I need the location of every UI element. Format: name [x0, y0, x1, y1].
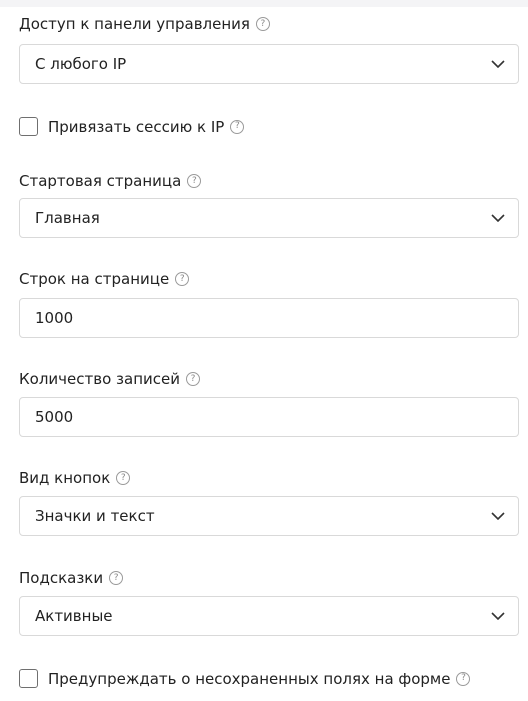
- hints-label-row: Подсказки ?: [19, 569, 124, 587]
- help-icon[interactable]: ?: [175, 272, 190, 286]
- rows-per-page-label: Строк на странице: [19, 270, 170, 288]
- button-style-select[interactable]: Значки и текст: [19, 496, 519, 536]
- hints-select[interactable]: Активные: [19, 596, 519, 636]
- hints-label: Подсказки: [19, 569, 104, 587]
- records-count-input-value: 5000: [35, 408, 74, 426]
- access-select[interactable]: С любого IP: [19, 44, 519, 84]
- chevron-down-icon: [484, 497, 512, 535]
- top-strip: [0, 0, 528, 7]
- start-page-select-value: Главная: [35, 209, 100, 227]
- chevron-down-icon: [484, 597, 512, 635]
- help-icon[interactable]: ?: [187, 174, 202, 188]
- bind-session-label[interactable]: Привязать сессию к IP: [48, 118, 224, 136]
- access-label-row: Доступ к панели управления ?: [19, 15, 270, 33]
- button-style-label-row: Вид кнопок ?: [19, 469, 131, 487]
- warn-unsaved-label[interactable]: Предупреждать о несохраненных полях на ф…: [48, 670, 450, 688]
- bind-session-row: Привязать сессию к IP ?: [19, 117, 245, 136]
- records-count-input[interactable]: 5000: [19, 397, 519, 437]
- start-page-label-row: Стартовая страница ?: [19, 172, 202, 190]
- records-count-label-row: Количество записей ?: [19, 370, 200, 388]
- rows-per-page-input-value: 1000: [35, 309, 74, 327]
- help-icon[interactable]: ?: [230, 119, 245, 134]
- button-style-label: Вид кнопок: [19, 469, 111, 487]
- access-select-value: С любого IP: [35, 55, 127, 73]
- bind-session-checkbox[interactable]: [19, 117, 38, 136]
- rows-per-page-input[interactable]: 1000: [19, 298, 519, 338]
- start-page-label: Стартовая страница: [19, 172, 182, 190]
- rows-per-page-label-row: Строк на странице ?: [19, 270, 190, 288]
- records-count-label: Количество записей: [19, 370, 180, 388]
- chevron-down-icon: [484, 45, 512, 83]
- chevron-down-icon: [484, 199, 512, 237]
- help-icon[interactable]: ?: [185, 372, 200, 386]
- help-icon[interactable]: ?: [456, 671, 471, 686]
- hints-select-value: Активные: [35, 607, 113, 625]
- button-style-select-value: Значки и текст: [35, 507, 155, 525]
- warn-unsaved-row: Предупреждать о несохраненных полях на ф…: [19, 669, 471, 688]
- warn-unsaved-checkbox[interactable]: [19, 669, 38, 688]
- start-page-select[interactable]: Главная: [19, 198, 519, 238]
- help-icon[interactable]: ?: [255, 17, 270, 31]
- access-label: Доступ к панели управления: [19, 15, 250, 33]
- help-icon[interactable]: ?: [116, 471, 131, 485]
- help-icon[interactable]: ?: [109, 571, 124, 585]
